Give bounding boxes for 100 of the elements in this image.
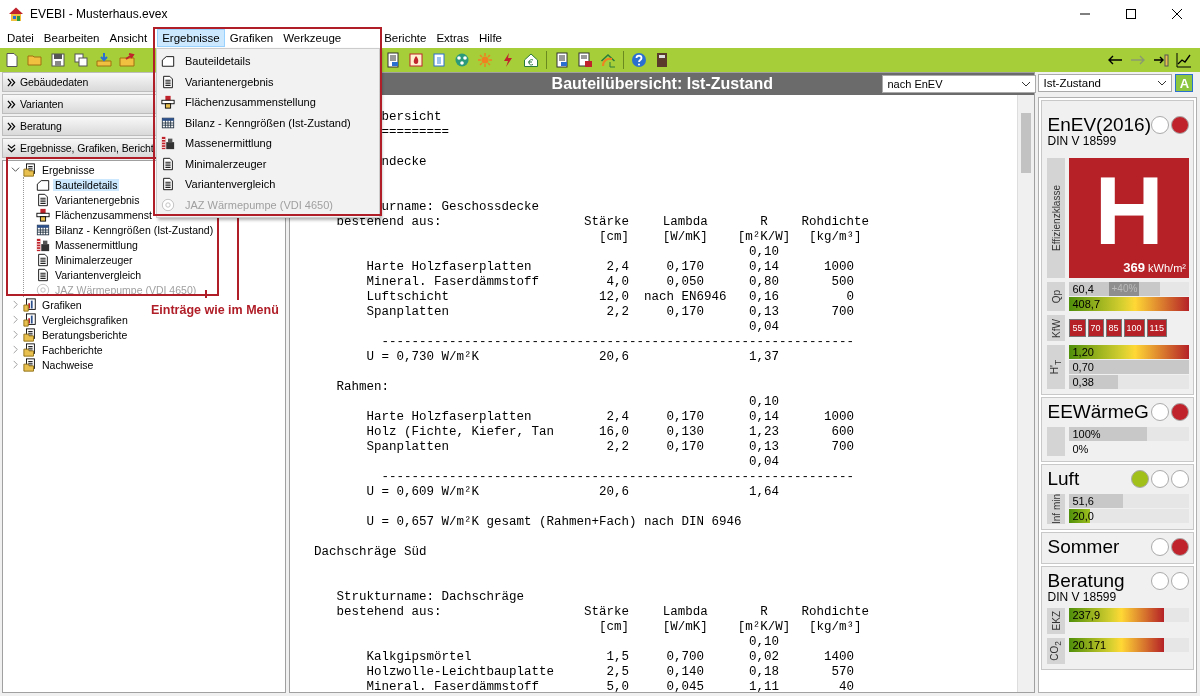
collapsed-caret-icon[interactable] bbox=[11, 315, 20, 324]
stack-icon bbox=[161, 136, 175, 151]
bar-value: 20.171 bbox=[1071, 639, 1107, 651]
house-euro-icon[interactable] bbox=[523, 52, 539, 68]
unit-label: [W/mK] bbox=[662, 620, 708, 635]
tree-item[interactable]: Variantenvergleich bbox=[53, 268, 144, 281]
layer-name: Harte Holzfaserplatten bbox=[366, 410, 532, 425]
line-chart-icon[interactable] bbox=[1176, 52, 1192, 68]
menu-entry[interactable]: Variantenvergleich bbox=[157, 174, 379, 195]
layer-name: Mineral. Faserdämmstoff bbox=[366, 275, 540, 290]
new-document-icon[interactable] bbox=[4, 52, 20, 68]
chart-icon bbox=[23, 312, 37, 327]
report-value: 4,0 bbox=[606, 275, 630, 290]
double-chevron-down-icon bbox=[7, 143, 16, 153]
report-text: ========= bbox=[381, 125, 450, 139]
arrow-to-bar-icon[interactable] bbox=[1153, 52, 1169, 68]
bar-value: 0,38 bbox=[1071, 376, 1094, 388]
tree-item[interactable]: Minimalerzeuger bbox=[53, 253, 135, 266]
menu-item[interactable]: Datei bbox=[2, 29, 39, 47]
house-outline-icon bbox=[36, 177, 50, 192]
tree-item[interactable]: Ergebnisse bbox=[40, 163, 97, 176]
copy-icon[interactable] bbox=[73, 52, 89, 68]
column-header: Lambda bbox=[662, 605, 708, 620]
report-value: 0,700 bbox=[666, 650, 705, 665]
report-value: 0,170 bbox=[666, 260, 705, 275]
accordion-label: Ergebnisse, Grafiken, Bericht bbox=[20, 142, 154, 154]
u-value-text: U = 0,609 W/m²K bbox=[366, 485, 480, 500]
tree-item[interactable]: Fachberichte bbox=[40, 343, 105, 356]
norm-label: DIN V 18599 bbox=[1047, 134, 1117, 148]
kfw-level-badge: 115 bbox=[1146, 319, 1167, 337]
menu-item[interactable]: Extras bbox=[431, 29, 474, 47]
house-icon bbox=[8, 6, 24, 22]
report-icon[interactable] bbox=[554, 52, 570, 68]
section-title: EnEV(2016) bbox=[1047, 114, 1151, 136]
report-value: 600 bbox=[831, 425, 855, 440]
expanded-caret-icon[interactable] bbox=[11, 165, 20, 174]
tree-item[interactable]: Massenermittlung bbox=[53, 238, 140, 251]
kfw-level-badge: 85 bbox=[1105, 319, 1122, 337]
report-value: 0,18 bbox=[749, 665, 780, 680]
norm-dropdown[interactable]: nach EnEV bbox=[882, 75, 1037, 93]
section-title: EEWärmeG bbox=[1047, 401, 1149, 423]
menu-entry[interactable]: Bauteildetails bbox=[157, 51, 379, 72]
menu-item[interactable]: Ergebnisse bbox=[157, 29, 225, 47]
layer-name: Spanplatten bbox=[366, 305, 450, 320]
section-title: Sommer bbox=[1047, 536, 1120, 558]
save-icon[interactable] bbox=[50, 52, 66, 68]
energy-value: 369 kWh/m² bbox=[1123, 260, 1186, 275]
variant-dropdown[interactable]: Ist-Zustand bbox=[1038, 74, 1173, 92]
report-value: 0,13 bbox=[749, 440, 780, 455]
menu-item[interactable]: Werkzeuge bbox=[278, 29, 347, 47]
menu-item[interactable]: Berichte bbox=[379, 29, 432, 47]
u-value-text: U = 0,730 W/m²K bbox=[366, 350, 480, 365]
double-chevron-right-icon bbox=[7, 77, 16, 87]
report-text: bestehend aus: bbox=[336, 605, 442, 620]
report-value: 0,13 bbox=[749, 305, 780, 320]
flame-icon[interactable] bbox=[408, 52, 424, 68]
help-icon[interactable] bbox=[631, 52, 647, 68]
menu-item[interactable]: Grafiken bbox=[224, 29, 279, 47]
tree-item[interactable]: Vergleichsgrafiken bbox=[40, 313, 130, 326]
report-icon[interactable] bbox=[385, 52, 401, 68]
report-text: urname: Geschossdecke bbox=[381, 200, 540, 214]
house-curve-icon[interactable] bbox=[600, 52, 616, 68]
menu-item[interactable]: Hilfe bbox=[473, 29, 507, 47]
folder-arrow-icon[interactable] bbox=[119, 52, 135, 68]
tray-arrow-icon[interactable] bbox=[96, 52, 112, 68]
report-pdf-icon[interactable] bbox=[577, 52, 593, 68]
report-value: 0,130 bbox=[666, 425, 705, 440]
tree-item[interactable]: Bauteildetails bbox=[53, 178, 120, 191]
collapsed-caret-icon[interactable] bbox=[11, 345, 20, 354]
tree-item[interactable]: Nachweise bbox=[40, 358, 96, 371]
double-chevron-right-icon bbox=[7, 121, 16, 131]
report-value: 1400 bbox=[824, 650, 855, 665]
kfw-level-badge: 100 bbox=[1123, 319, 1145, 337]
report-text: U = 0,657 W/m²K gesamt (Rahmen+Fach) nach DIN 6946 bbox=[366, 515, 742, 529]
layer-name: Kalkgipsmörtel bbox=[366, 650, 472, 665]
annotation-label: Einträge wie im Menü bbox=[151, 303, 279, 317]
menu-item[interactable]: Bearbeiten bbox=[38, 29, 105, 47]
tree-item[interactable]: Variantenergebnis bbox=[53, 193, 142, 206]
collapsed-caret-icon[interactable] bbox=[11, 300, 20, 309]
tree-item[interactable]: Bilanz - Kenngrößen (Ist-Zustand) bbox=[53, 223, 216, 236]
unit-label: [cm] bbox=[599, 230, 630, 245]
report-value: 700 bbox=[831, 440, 855, 455]
menu-item[interactable]: Ansicht bbox=[104, 29, 153, 47]
scrollbar[interactable] bbox=[1017, 95, 1035, 692]
collapsed-caret-icon[interactable] bbox=[11, 330, 20, 339]
report-value: 1,37 bbox=[749, 350, 780, 365]
report-title: Bauteilübersicht: Ist-Zustand bbox=[551, 75, 773, 93]
report-value: 570 bbox=[831, 665, 855, 680]
unit-label: [m²K/W] bbox=[737, 230, 791, 245]
tree-item[interactable]: Flächenzusammenst bbox=[53, 208, 154, 221]
column-header: Stärke bbox=[584, 605, 630, 620]
report-value: 0,02 bbox=[749, 650, 780, 665]
tree-item[interactable]: Grafiken bbox=[40, 298, 84, 311]
bar-value: 237,9 bbox=[1071, 609, 1100, 621]
tree-item[interactable]: Beratungsberichte bbox=[40, 328, 130, 341]
calculator-icon[interactable] bbox=[654, 52, 670, 68]
network-icon[interactable] bbox=[454, 52, 470, 68]
door-icon[interactable] bbox=[431, 52, 447, 68]
collapsed-caret-icon[interactable] bbox=[11, 360, 20, 369]
section-title: Beratung bbox=[1047, 570, 1125, 592]
